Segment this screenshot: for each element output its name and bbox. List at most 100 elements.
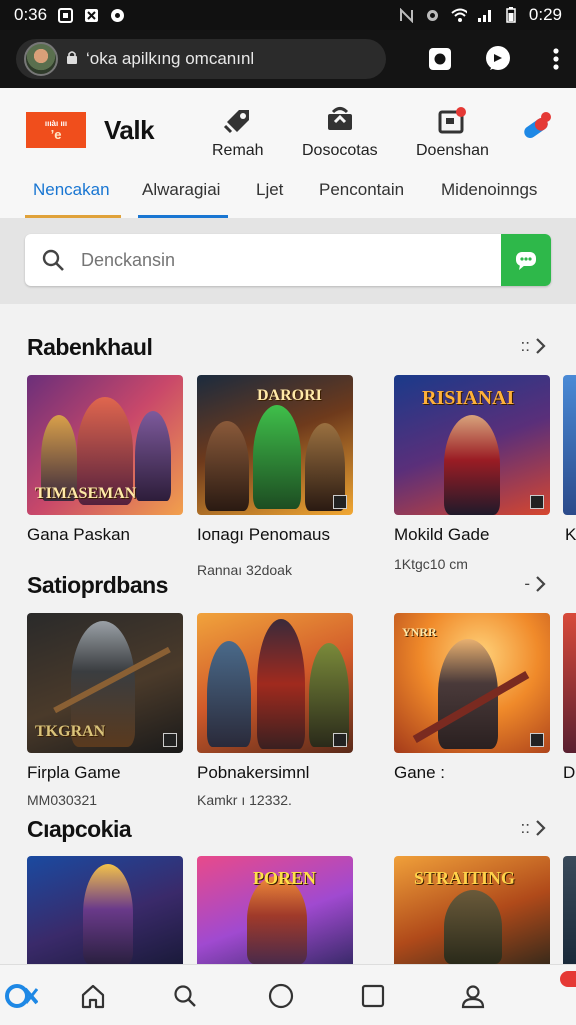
battery-icon [503, 7, 519, 23]
game-card-image[interactable]: YNRR [394, 613, 550, 753]
section-more-label: :: [520, 818, 530, 837]
card-corner-badge [530, 495, 544, 509]
chat-button[interactable] [482, 43, 514, 75]
brand-name: Valk [104, 114, 155, 145]
nav-home-button[interactable] [76, 979, 110, 1013]
chevron-right-icon [536, 820, 546, 836]
game-card-image[interactable] [197, 613, 353, 753]
wifi-icon [451, 7, 467, 23]
game-title[interactable]: Gana Paskan [27, 525, 130, 545]
header-action-badge[interactable] [520, 112, 552, 140]
search-input[interactable] [81, 234, 501, 286]
tab-pencontain[interactable]: Pencontain [319, 180, 404, 200]
app-notification-icon [83, 7, 99, 23]
app-header: ıııàı ııı ’e Valk Remah Dosocotas Doensh… [0, 88, 576, 172]
square-icon [361, 984, 385, 1008]
card-art-caption: DARORI [257, 387, 322, 404]
game-title[interactable]: Firpla Game [27, 763, 121, 783]
search-area [0, 218, 576, 304]
capsule-badge-icon [524, 112, 551, 139]
tab-alwaragiai[interactable]: Alwaragiai [142, 180, 220, 200]
address-bar[interactable]: ‘oka apilkıng omcanınl [16, 39, 386, 79]
game-title[interactable]: Gane : [394, 763, 445, 783]
status-time-right: 0:29 [528, 5, 562, 24]
header-action-remah[interactable]: Remah [212, 106, 264, 160]
game-card-image-partial[interactable] [563, 613, 576, 753]
tab-nencakan[interactable]: Nencakan [33, 180, 110, 200]
bottom-navigation [0, 964, 576, 1025]
profile-icon [461, 985, 485, 1009]
status-time-left: 0:36 [14, 5, 48, 24]
search-icon [174, 985, 196, 1007]
card-art-caption: TKGRAN [35, 723, 106, 740]
game-card-image[interactable] [27, 856, 183, 964]
chevron-right-icon [536, 576, 546, 592]
circle-icon [268, 983, 294, 1009]
game-subtitle: Kamkr ı 12332. [197, 792, 292, 808]
game-card-image[interactable]: RISIANAI [394, 375, 550, 515]
chat-bubble-icon [486, 46, 510, 70]
search-box [25, 234, 551, 286]
header-action-label: Doenshan [416, 142, 489, 159]
section-more-label: - [524, 574, 530, 593]
card-art-caption: POREN [253, 868, 316, 888]
chevron-right-icon [536, 338, 546, 354]
game-card-image[interactable]: STRAITING [394, 856, 550, 964]
game-card-image-partial[interactable] [563, 375, 576, 515]
screenshot-button[interactable] [424, 43, 456, 75]
section-more-button[interactable]: :: [521, 818, 546, 838]
nav-brand-button[interactable] [4, 979, 38, 1013]
section-more-button[interactable]: - [524, 574, 546, 594]
card-corner-badge [333, 733, 347, 747]
game-card-image[interactable]: TIMASEMAN [27, 375, 183, 515]
card-corner-badge [530, 733, 544, 747]
card-art-caption: TIMASEMAN [35, 485, 137, 502]
app-logo[interactable]: ıııàı ııı ’e [26, 112, 86, 148]
card-corner-badge [333, 495, 347, 509]
section-more-label: :: [520, 336, 530, 355]
header-action-label: Dosocotas [302, 142, 378, 159]
section-title: Satioprdbans [27, 572, 168, 598]
nav-profile-button[interactable] [456, 979, 490, 1013]
header-action-doenshan[interactable]: Doenshan [416, 106, 489, 160]
lock-icon [66, 49, 78, 69]
game-subtitle: Rannaı 32doak [197, 562, 292, 578]
profile-avatar[interactable] [24, 42, 58, 76]
tab-ljet[interactable]: Ljet [256, 180, 283, 200]
brand-icon [5, 984, 38, 1008]
game-title[interactable]: Mokild Gade [394, 525, 489, 545]
game-title[interactable]: Iопаgı Penomaus [197, 525, 330, 545]
header-action-dosocotas[interactable]: Dosocotas [302, 106, 378, 160]
section-more-button[interactable]: :: [521, 336, 546, 356]
nav-square-button[interactable] [356, 979, 390, 1013]
game-card-image[interactable]: POREN [197, 856, 353, 964]
pencil-tag-icon [223, 110, 249, 134]
section-title: Cıapcokia [27, 816, 132, 842]
game-subtitle: MM030321 [27, 792, 98, 808]
search-submit-button[interactable] [501, 234, 551, 286]
game-card-image[interactable]: TKGRAN [27, 613, 183, 753]
status-bar: 0:36 0:29 [0, 0, 576, 30]
game-title[interactable]: K [565, 525, 576, 545]
notification-box-icon [438, 107, 467, 134]
game-subtitle: 1Ktgc10 cm [394, 556, 468, 572]
nav-circle-button[interactable] [264, 979, 298, 1013]
tab-midenoinngs[interactable]: Midenoinngs [441, 180, 537, 200]
more-vert-icon [553, 48, 559, 70]
nav-search-button[interactable] [168, 979, 202, 1013]
camera-icon [429, 48, 451, 70]
card-art-caption: YNRR [402, 625, 437, 639]
game-card-image-partial[interactable] [563, 856, 576, 964]
category-tabs: Nencakan Alwaragiai Ljet Pencontain Mide… [0, 172, 576, 219]
chat-search-icon [516, 252, 536, 270]
signal-icon [477, 7, 493, 23]
game-title[interactable]: D [563, 763, 575, 783]
card-art-caption: RISIANAI [422, 387, 515, 409]
card-corner-badge [163, 733, 177, 747]
settings-gear-icon [425, 7, 441, 23]
more-menu-button[interactable] [540, 43, 572, 75]
logo-line2: ’e [50, 126, 62, 142]
game-title[interactable]: Pobnakersimnl [197, 763, 309, 783]
card-art-caption: STRAITING [414, 868, 516, 888]
game-card-image[interactable]: DARORI [197, 375, 353, 515]
